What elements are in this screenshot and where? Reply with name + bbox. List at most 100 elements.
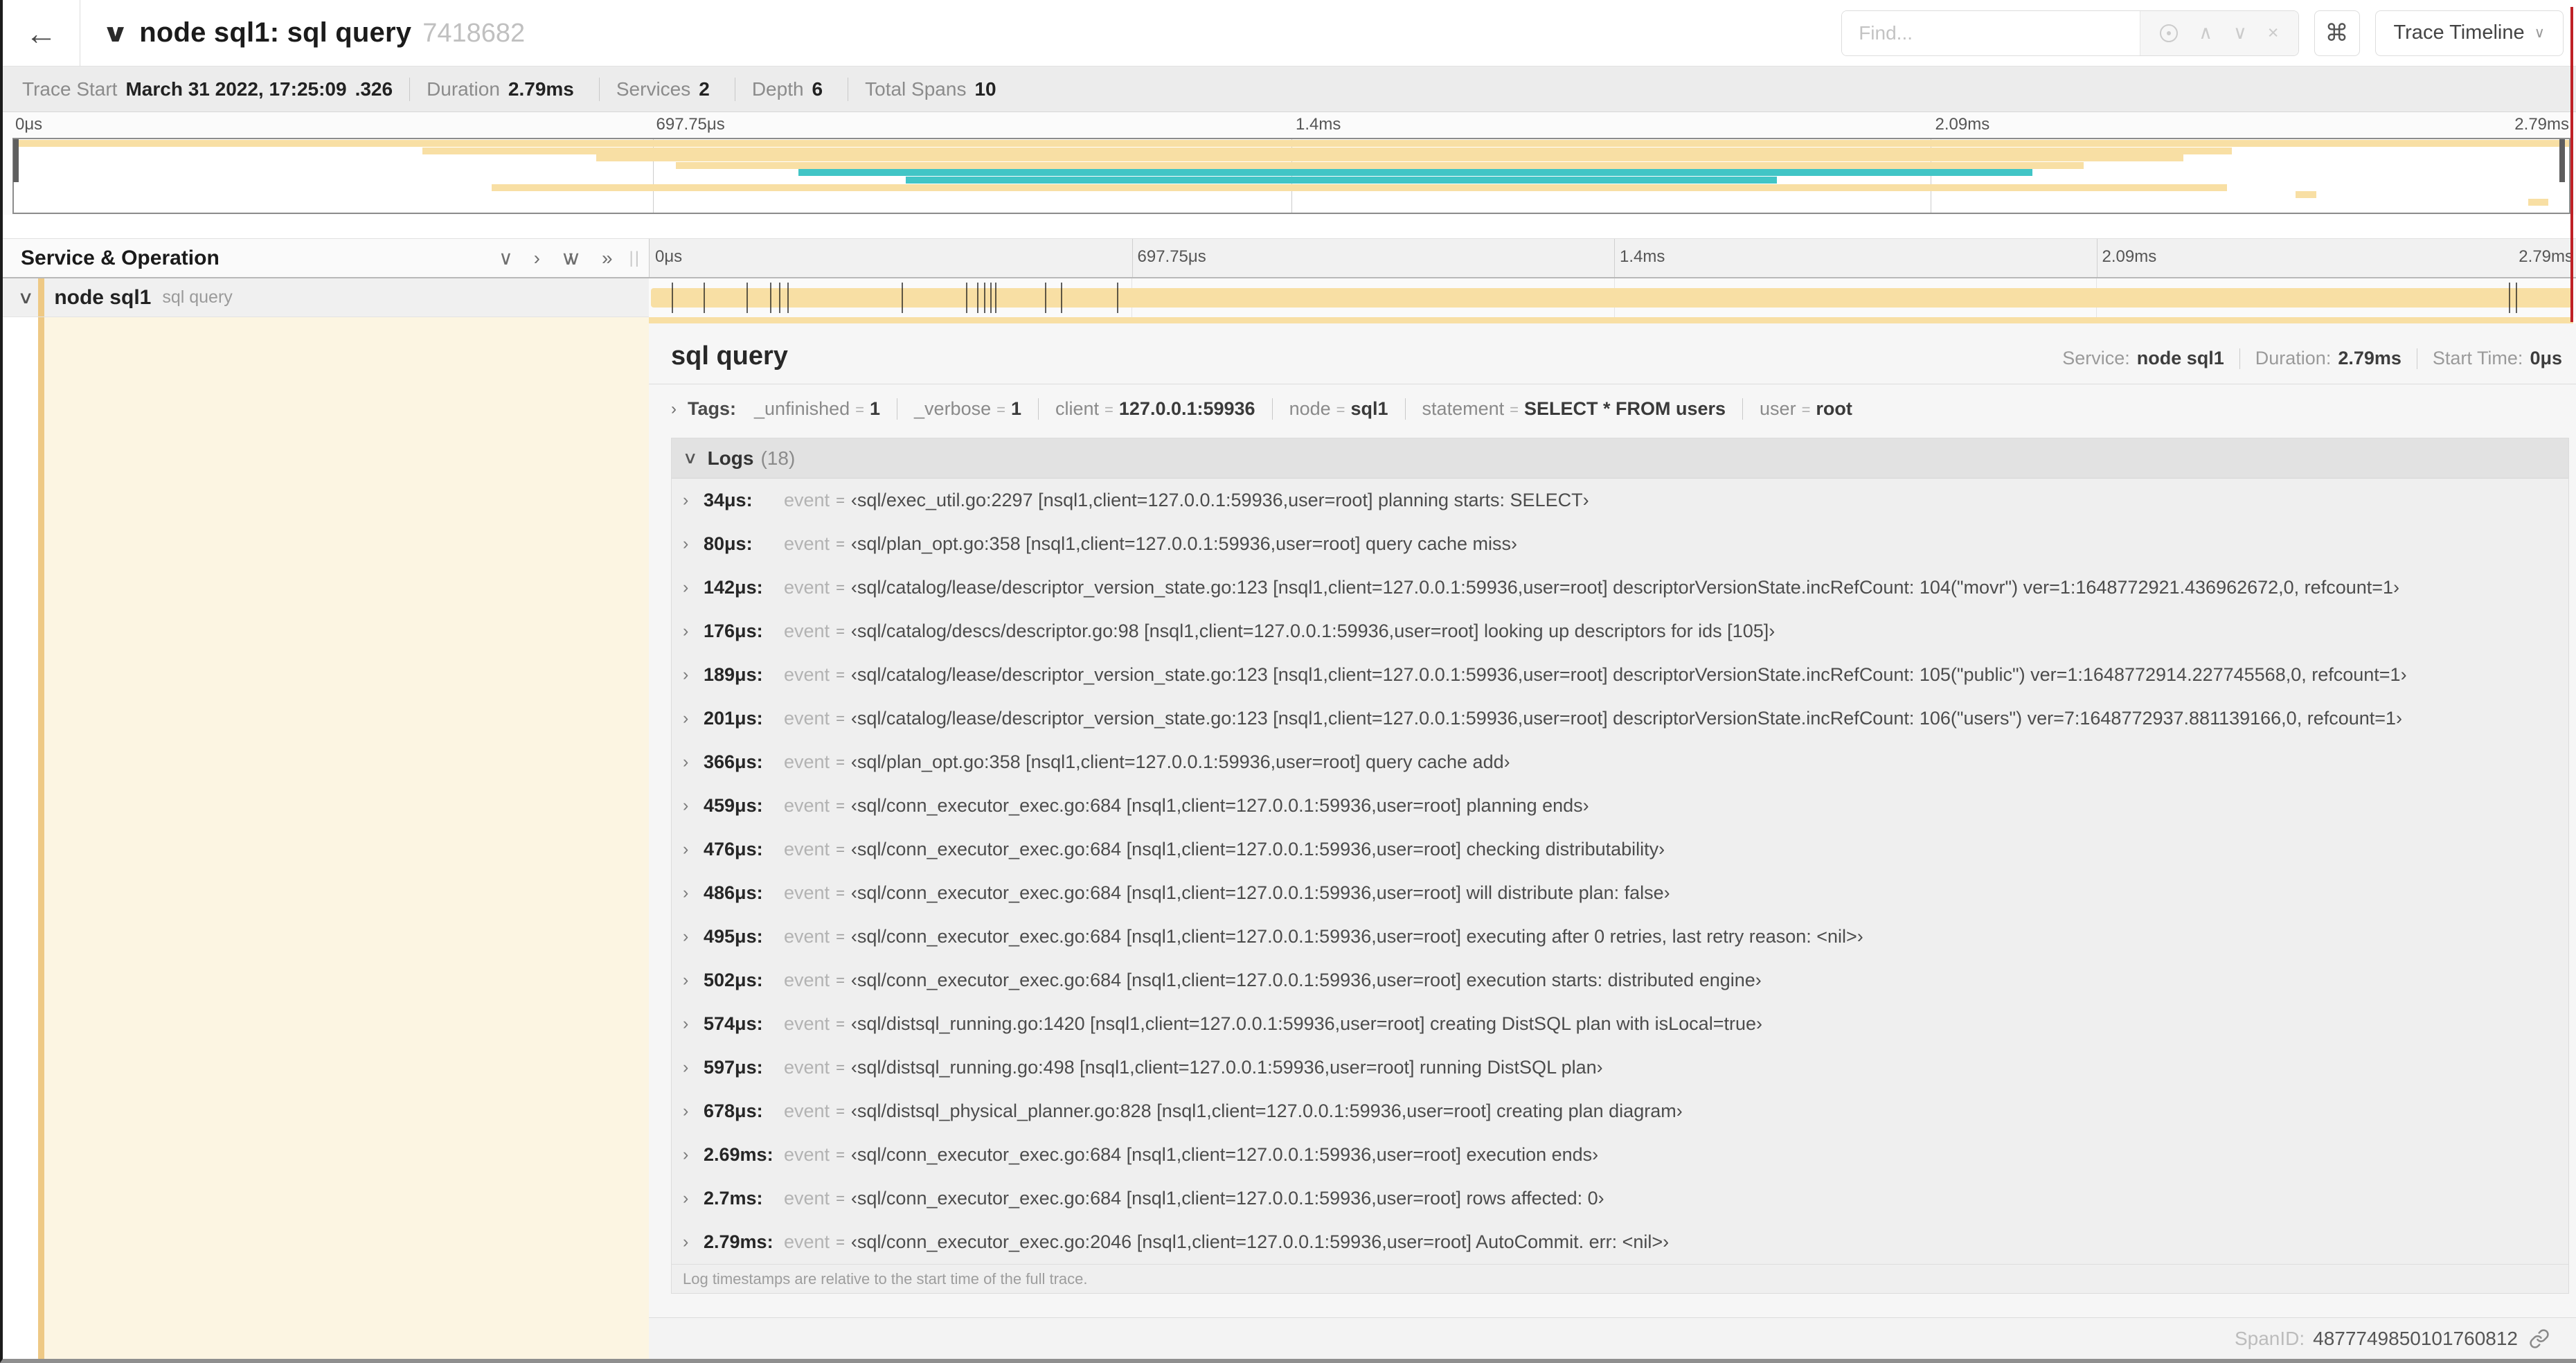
logs-header[interactable]: ∨ Logs (18)	[672, 438, 2568, 479]
log-entry[interactable]: › 502μs: event = ‹sql/conn_executor_exec…	[672, 959, 2568, 1002]
logs-footnote: Log timestamps are relative to the start…	[672, 1264, 2568, 1293]
chevron-right-icon: ›	[683, 796, 689, 815]
chevron-right-icon: ›	[683, 665, 689, 684]
tag-value: SELECT * FROM users	[1523, 398, 1726, 419]
chevron-right-icon: ›	[683, 1232, 689, 1251]
minimap-right-handle[interactable]	[2559, 139, 2565, 182]
span-row[interactable]: ∨ node sql1 sql query	[3, 278, 2576, 317]
chevron-down-icon[interactable]: ∨	[102, 19, 129, 48]
span-row-name-cell[interactable]: ∨ node sql1 sql query	[3, 278, 649, 317]
log-field-key: event	[784, 926, 830, 947]
log-timestamp: 574μs:	[704, 1013, 763, 1034]
timeline-minimap: 0μs 697.75μs 1.4ms 2.09ms 2.79ms	[3, 112, 2576, 215]
log-tick-mark	[990, 283, 992, 313]
log-entry[interactable]: › 2.7ms: event = ‹sql/conn_executor_exec…	[672, 1177, 2568, 1220]
log-field-key: event	[784, 1013, 830, 1034]
chevron-right-icon: ›	[683, 1188, 689, 1208]
expand-all-icon[interactable]: »	[602, 247, 613, 269]
tag-pair: user = root	[1742, 398, 1852, 420]
trace-view-dropdown[interactable]: Trace Timeline ∨	[2374, 10, 2564, 56]
tag-pair: client = 127.0.0.1:59936	[1038, 398, 1255, 420]
link-icon[interactable]	[2529, 1328, 2550, 1349]
log-entry[interactable]: › 476μs: event = ‹sql/conn_executor_exec…	[672, 828, 2568, 871]
tag-equals: =	[1336, 401, 1345, 418]
column-resize-grip[interactable]: ||	[629, 249, 641, 268]
log-field-key: event	[784, 1057, 830, 1078]
log-timestamp: 476μs:	[704, 839, 763, 859]
log-equals: =	[836, 666, 845, 684]
log-entry[interactable]: › 201μs: event = ‹sql/catalog/lease/desc…	[672, 697, 2568, 740]
logs-list: › 34μs: event = ‹sql/exec_util.go:2297 […	[672, 479, 2568, 1264]
tag-value: sql1	[1350, 398, 1388, 419]
tag-value: 1	[1010, 398, 1021, 419]
log-tick-mark	[977, 283, 979, 313]
locate-icon[interactable]	[2160, 24, 2179, 42]
collapse-all-icon[interactable]: ∨∨	[561, 247, 581, 269]
find-input[interactable]	[1842, 10, 2140, 55]
log-field-value: ‹sql/catalog/lease/descriptor_version_st…	[850, 664, 2407, 685]
summary-item: Total Spans 10	[865, 78, 996, 100]
log-timestamp: 34μs:	[704, 490, 753, 510]
back-button[interactable]: ←	[3, 0, 80, 66]
span-duration-bar[interactable]	[651, 288, 2573, 308]
log-field-key: event	[784, 1101, 830, 1121]
log-entry[interactable]: › 574μs: event = ‹sql/distsql_running.go…	[672, 1002, 2568, 1046]
expand-one-icon[interactable]: ›	[534, 247, 540, 269]
divider	[2239, 348, 2240, 369]
log-tick-mark	[1061, 283, 1063, 313]
log-timestamp: 142μs:	[704, 577, 763, 598]
log-tick-mark	[703, 283, 705, 313]
start-time-value: 0μs	[2530, 348, 2562, 368]
log-entry[interactable]: › 176μs: event = ‹sql/catalog/descs/desc…	[672, 609, 2568, 653]
find-next-icon[interactable]: ∨	[2233, 22, 2247, 44]
log-equals: =	[836, 753, 845, 771]
log-tick-mark	[746, 283, 748, 313]
span-row-timeline-cell[interactable]	[649, 278, 2576, 317]
chevron-right-icon: ›	[683, 621, 689, 641]
log-field-key: event	[784, 970, 830, 990]
log-timestamp: 189μs:	[704, 664, 763, 685]
trace-page: ← ∨ node sql1: sql query 7418682 ∧ ∨ × ⌘…	[0, 0, 2576, 1363]
collapse-one-icon[interactable]: ∨	[499, 247, 513, 269]
log-equals: =	[836, 1015, 845, 1033]
minimap-left-handle[interactable]	[13, 139, 19, 182]
minimap-axis: 0μs 697.75μs 1.4ms 2.09ms 2.79ms	[12, 112, 2570, 137]
keyboard-shortcuts-button[interactable]: ⌘	[2314, 10, 2360, 56]
chevron-right-icon: ›	[683, 752, 689, 772]
minimap-axis-tick: 2.79ms	[2514, 115, 2569, 134]
log-field-value: ‹sql/exec_util.go:2297 [nsql1,client=127…	[850, 490, 1589, 510]
log-equals: =	[836, 578, 845, 596]
tag-pair: statement = SELECT * FROM users	[1404, 398, 1726, 420]
log-entry[interactable]: › 678μs: event = ‹sql/distsql_physical_p…	[672, 1089, 2568, 1133]
log-entry[interactable]: › 2.69ms: event = ‹sql/conn_executor_exe…	[672, 1133, 2568, 1177]
minimap-span-bar	[2296, 191, 2316, 199]
log-entry[interactable]: › 80μs: event = ‹sql/plan_opt.go:358 [ns…	[672, 522, 2568, 566]
log-timestamp: 201μs:	[704, 708, 763, 729]
log-entry[interactable]: › 597μs: event = ‹sql/distsql_running.go…	[672, 1046, 2568, 1089]
minimap-span-bar	[596, 154, 2183, 162]
tag-pair: _verbose = 1	[897, 398, 1021, 420]
log-entry[interactable]: › 459μs: event = ‹sql/conn_executor_exec…	[672, 784, 2568, 828]
tag-equals: =	[855, 401, 864, 418]
minimap-span-bar	[2528, 198, 2549, 206]
log-field-value: ‹sql/catalog/lease/descriptor_version_st…	[850, 577, 2400, 598]
log-entry[interactable]: › 2.79ms: event = ‹sql/conn_executor_exe…	[672, 1220, 2568, 1264]
log-entry[interactable]: › 142μs: event = ‹sql/catalog/lease/desc…	[672, 566, 2568, 609]
log-timestamp: 176μs:	[704, 621, 763, 641]
log-entry[interactable]: › 34μs: event = ‹sql/exec_util.go:2297 […	[672, 479, 2568, 522]
chevron-right-icon: ›	[683, 1145, 689, 1164]
tags-section[interactable]: › Tags: _unfinished = 1 _verbose = 1 cli…	[649, 384, 2576, 431]
minimap-span-bar	[905, 177, 1778, 184]
log-entry[interactable]: › 486μs: event = ‹sql/conn_executor_exec…	[672, 871, 2568, 915]
minimap-canvas[interactable]	[12, 138, 2570, 214]
minimap-span-bar	[14, 140, 2569, 147]
log-equals: =	[836, 709, 845, 727]
timeline-axis-tick: 2.09ms	[2102, 247, 2157, 266]
chevron-down-icon[interactable]: ∨	[17, 287, 34, 308]
find-prev-icon[interactable]: ∧	[2199, 22, 2212, 44]
find-clear-icon[interactable]: ×	[2268, 22, 2279, 44]
logs-title: Logs	[707, 447, 754, 469]
log-entry[interactable]: › 366μs: event = ‹sql/plan_opt.go:358 [n…	[672, 740, 2568, 784]
log-entry[interactable]: › 189μs: event = ‹sql/catalog/lease/desc…	[672, 653, 2568, 697]
log-entry[interactable]: › 495μs: event = ‹sql/conn_executor_exec…	[672, 915, 2568, 959]
